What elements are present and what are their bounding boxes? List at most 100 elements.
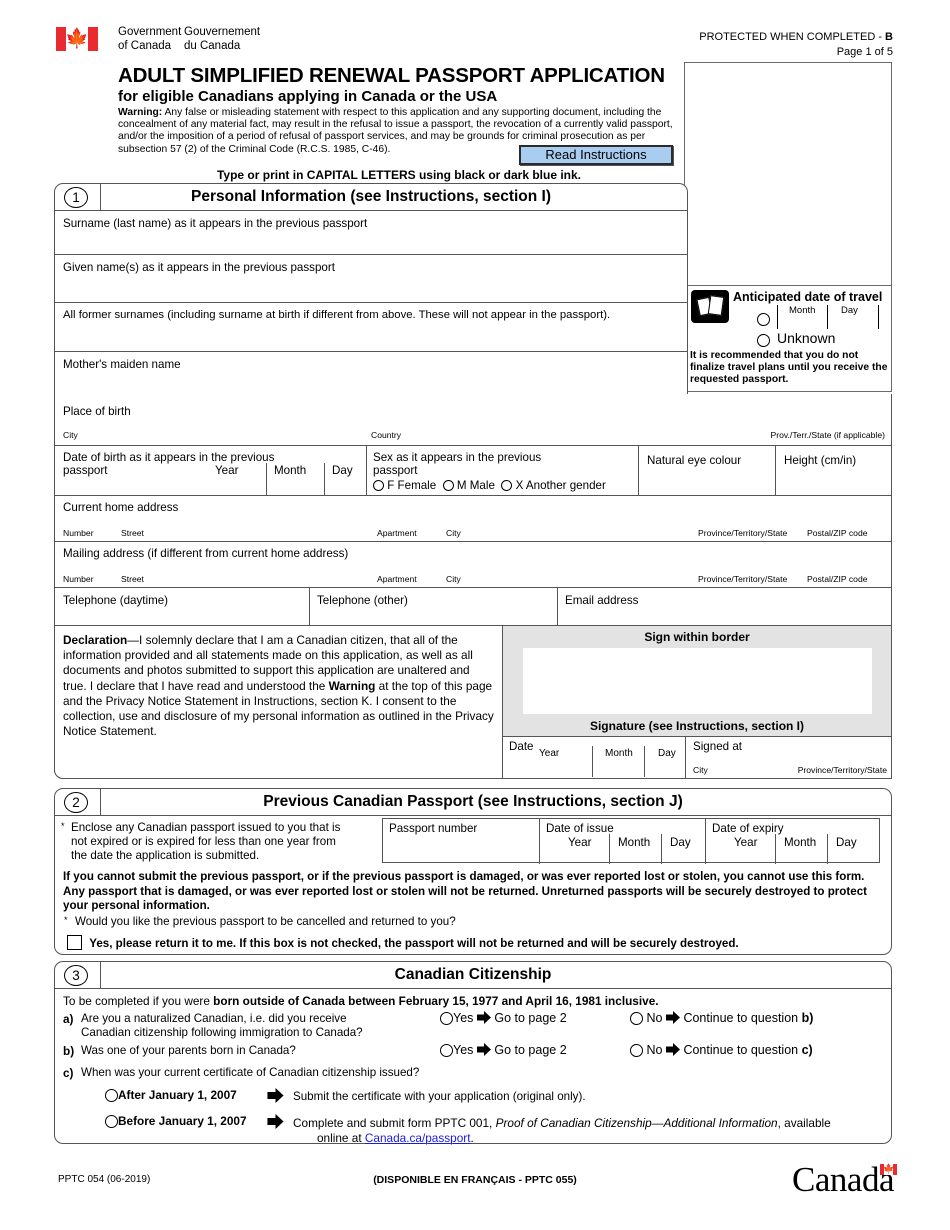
input-cur-prov[interactable] (694, 517, 802, 529)
canada-passport-link[interactable]: Canada.ca/passport (365, 1131, 471, 1145)
input-pob-prov[interactable] (755, 420, 885, 434)
label-mothers-maiden-name: Mother's maiden name (63, 358, 181, 371)
citizenship-intro: To be completed if you were born outside… (63, 994, 659, 1008)
current-address-row: Current home address Number Street Apart… (54, 495, 892, 541)
page-number-label: Page 1 of 5 (836, 46, 893, 58)
input-eye-colour[interactable] (641, 472, 771, 494)
input-dob-year[interactable] (165, 477, 263, 494)
signature-caption: Signature (see Instructions, section I) (589, 719, 805, 733)
label-sex-line2: passport (373, 464, 418, 477)
section3-number: 3 (64, 965, 88, 986)
input-mail-number[interactable] (59, 563, 111, 575)
input-cur-number[interactable] (59, 517, 111, 529)
enclose-line2: not expired or is expired for less than … (71, 835, 336, 848)
return-passport-checkbox[interactable] (67, 935, 82, 950)
passport-application-page: 🍁 Government of Canada Gouvernement du C… (0, 0, 950, 1230)
input-cur-apartment[interactable] (373, 517, 439, 529)
input-issue-month[interactable] (612, 849, 658, 863)
question-a-yes-radio[interactable] (440, 1012, 453, 1026)
before-2007-form-title: Proof of Canadian Citizenship—Additional… (495, 1116, 778, 1130)
input-cur-postal[interactable] (804, 517, 888, 529)
label-signed-at: Signed at (693, 740, 742, 753)
before-2007-action-p4: . (470, 1131, 474, 1145)
input-cur-street[interactable] (117, 517, 369, 529)
input-email-address[interactable] (561, 610, 887, 624)
input-issue-year[interactable] (543, 849, 607, 863)
question-b-yes-radio[interactable] (440, 1044, 453, 1058)
input-sig-year[interactable] (509, 760, 589, 776)
input-sig-day[interactable] (647, 760, 683, 776)
input-passport-number[interactable] (386, 839, 536, 861)
photo-box[interactable] (684, 62, 892, 286)
input-mothers-maiden-name[interactable] (57, 375, 687, 394)
label-issue-year: Year (568, 836, 592, 849)
input-cur-city[interactable] (442, 517, 692, 529)
signature-input[interactable] (523, 648, 872, 714)
input-pob-country[interactable] (365, 420, 745, 434)
question-b-no-radio[interactable] (630, 1044, 643, 1058)
label-dob-line1: Date of birth as it appears in the previ… (63, 451, 275, 464)
label-mail-street: Street (121, 574, 144, 584)
label-expiry-month: Month (784, 836, 817, 849)
before-2007-radio[interactable] (105, 1115, 118, 1129)
input-expiry-month[interactable] (778, 849, 824, 863)
sex-male-radio[interactable] (442, 480, 454, 492)
input-dob-day[interactable] (327, 477, 363, 494)
question-b-no-label: No (646, 1043, 663, 1057)
input-mail-postal[interactable] (804, 563, 888, 575)
return-passport-label: Yes, please return it to me. If this box… (89, 937, 739, 950)
input-surname[interactable] (57, 234, 687, 253)
question-b-no-action-ref: c) (801, 1043, 813, 1057)
input-mail-city[interactable] (442, 563, 692, 575)
signature-date-panel: Date Year Month Day Signed at City Provi… (502, 737, 892, 779)
input-expiry-day[interactable] (830, 849, 876, 863)
type-print-instruction: Type or print in CAPITAL LETTERS using b… (216, 168, 582, 182)
label-given-names: Given name(s) as it appears in the previ… (63, 261, 335, 274)
contact-row: Telephone (daytime) Telephone (other) Em… (54, 587, 892, 626)
input-mail-apartment[interactable] (373, 563, 439, 575)
signature-panel: Sign within border Signature (see Instru… (502, 625, 892, 737)
label-telephone-other: Telephone (other) (317, 594, 408, 607)
input-telephone-other[interactable] (313, 610, 553, 624)
input-given-names[interactable] (57, 279, 687, 301)
citizenship-intro-bold: born outside of Canada between February … (213, 994, 659, 1008)
section1-header: 1 Personal Information (see Instructions… (55, 184, 687, 211)
question-a-no-radio[interactable] (630, 1012, 643, 1026)
input-dob-month[interactable] (269, 477, 321, 494)
label-passport-number: Passport number (389, 822, 478, 835)
input-mail-prov[interactable] (694, 563, 802, 575)
after-2007-radio[interactable] (105, 1089, 118, 1103)
canada-wordmark: Canada 🍁 (792, 1160, 897, 1200)
passport-details-grid: Passport number Date of issue Year Month… (382, 818, 880, 864)
travel-date-radio[interactable] (757, 313, 770, 327)
protected-class: B (885, 31, 893, 43)
question-return-passport: Would you like the previous passport to … (75, 915, 456, 928)
input-mail-street[interactable] (117, 563, 369, 575)
travel-unknown-radio[interactable] (757, 334, 770, 348)
question-a-yes-action: Go to page 2 (494, 1011, 567, 1025)
label-signed-city: City (693, 765, 708, 775)
sex-another-radio[interactable] (501, 480, 513, 492)
read-instructions-button[interactable]: Read Instructions (519, 145, 673, 165)
input-former-surnames[interactable] (57, 327, 687, 350)
input-signed-at[interactable] (689, 754, 889, 765)
question-b-no-action: Continue to question (683, 1043, 802, 1057)
label-sig-month: Month (605, 748, 633, 759)
label-mail-city: City (446, 574, 461, 584)
before-2007-label: Before January 1, 2007 (118, 1114, 247, 1128)
declaration-label: Declaration (63, 633, 128, 647)
question-c-label: c) (63, 1066, 74, 1080)
label-cur-postal: Postal/ZIP code (807, 528, 868, 538)
question-a-line1: Are you a naturalized Canadian, i.e. did… (81, 1012, 347, 1025)
label-dob-line2: passport (63, 464, 108, 477)
input-pob-city[interactable] (57, 420, 357, 434)
input-height[interactable] (778, 472, 890, 494)
input-issue-day[interactable] (664, 849, 700, 863)
input-expiry-year[interactable] (709, 849, 773, 863)
label-current-address: Current home address (63, 501, 179, 514)
label-expiry-date: Date of expiry (712, 822, 784, 835)
input-sig-month[interactable] (595, 760, 641, 776)
sex-female-radio[interactable] (373, 480, 384, 492)
label-telephone-daytime: Telephone (daytime) (63, 594, 169, 607)
input-telephone-daytime[interactable] (59, 610, 305, 624)
